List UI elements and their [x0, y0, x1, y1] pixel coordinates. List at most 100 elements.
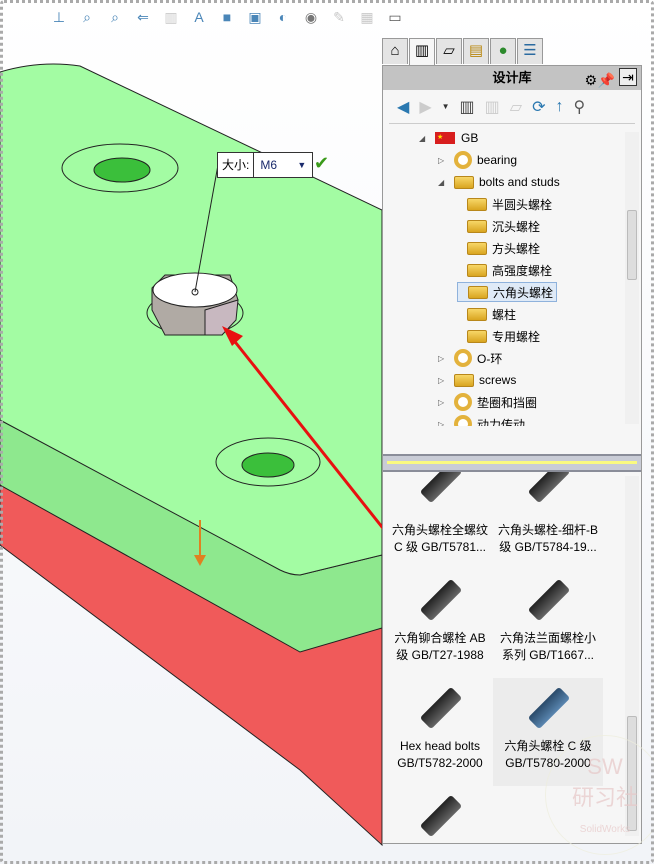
dynamic-annotation-icon[interactable]: A — [190, 8, 208, 26]
hex-bolt-head — [146, 272, 244, 336]
history-dropdown-icon[interactable]: ▼ — [442, 102, 450, 111]
zoom-area-icon[interactable]: ⌕ — [106, 8, 124, 26]
folder-icon — [468, 285, 488, 299]
part-label: C 级 GB/T5781... — [393, 540, 487, 554]
tree-item-label: 沉头螺栓 — [492, 219, 541, 234]
expanded-icon[interactable]: ◢ — [438, 178, 448, 187]
up-one-level-icon[interactable]: ↑ — [556, 98, 564, 116]
parts-grid: 六角头螺栓全螺纹 C 级 GB/T5781... 六角头螺栓-细杆-B 级 GB/T5… — [383, 472, 625, 844]
part-item[interactable]: 六角头螺栓 C 级 GB/T5780-2000 — [493, 678, 603, 786]
folder-icon — [467, 263, 487, 277]
display-style-icon[interactable]: ▣ — [246, 8, 264, 26]
tree-item[interactable]: ▷ screws — [438, 370, 516, 390]
zoom-to-fit-icon[interactable]: ⌕ — [78, 8, 96, 26]
expand-icon[interactable]: ▷ — [438, 398, 448, 407]
view-settings-icon[interactable]: ▦ — [358, 8, 376, 26]
part-item[interactable]: 六角法兰面螺栓小 系列 GB/T1667... — [493, 570, 603, 678]
refresh-icon[interactable]: ⟳ — [532, 97, 545, 117]
gear-icon[interactable]: ⚙ — [584, 68, 597, 92]
collapse-pane-icon[interactable]: ⇥ — [619, 68, 637, 86]
tree-item[interactable]: ▷ O-环 — [438, 348, 502, 368]
custom-properties-tab[interactable]: ☰ — [517, 38, 543, 64]
expand-icon[interactable]: ▷ — [438, 420, 448, 427]
tree-item[interactable]: 高强度螺栓 — [457, 260, 552, 280]
part-item[interactable]: 六角头螺栓全螺纹 C 级 GB/T5781... — [385, 472, 495, 570]
heads-up-view-toolbar: ⊥ ⌕ ⌕ ⇐ ▥ A ■ ▣ ◐ ◉ ✎ ▦ ▭ — [50, 6, 404, 28]
create-new-folder-icon[interactable]: ▥ — [485, 97, 500, 117]
part-label: 级 GB/T27-1988 — [396, 648, 484, 662]
part-item[interactable]: 六角头螺栓-细杆-B 级 GB/T5784-19... — [493, 472, 603, 570]
panel-title: 设计库 — [492, 70, 532, 85]
bolt-thumbnail-icon — [419, 794, 463, 838]
bolt-thumbnail-icon — [419, 578, 463, 622]
part-label: 六角头螺栓全螺纹 — [391, 523, 488, 537]
design-library-tab[interactable]: ▥ — [409, 38, 435, 66]
section-view-icon[interactable]: ▥ — [162, 8, 180, 26]
task-pane: ⌂ ▥ ▱ ▤ ● ☰ 设计库 ⚙ 📌 ⇥ ◀ ▶ ▼ ▥ ▥ ▱ ⟳ ↑ ⚲ … — [382, 38, 642, 844]
tree-item[interactable]: 专用螺栓 — [457, 326, 540, 346]
part-label: 级 GB/T5784-19... — [499, 540, 597, 554]
library-nav-toolbar: ◀ ▶ ▼ ▥ ▥ ▱ ⟳ ↑ ⚲ — [389, 90, 635, 124]
apply-scene-icon[interactable]: ✎ — [330, 8, 348, 26]
folder-icon — [454, 373, 474, 387]
tree-item[interactable]: 螺柱 — [457, 304, 516, 324]
tree-item-label: 六角头螺栓 — [493, 285, 554, 300]
tree-item[interactable]: ▷ 动力传动 — [438, 414, 525, 426]
previous-view-icon[interactable]: ⇐ — [134, 8, 152, 26]
view-orientation-icon[interactable]: ■ — [218, 8, 236, 26]
tree-item[interactable]: 半圆头螺栓 — [457, 194, 552, 214]
tree-item[interactable]: ▷ 垫圈和挡圈 — [438, 392, 537, 412]
washer-icon — [454, 393, 472, 411]
expand-icon[interactable]: ▷ — [438, 156, 448, 165]
pin-icon[interactable]: 📌 — [598, 68, 615, 92]
add-file-location-icon[interactable]: ▥ — [460, 97, 475, 117]
tree-item[interactable]: ◢ bolts and studs — [438, 172, 560, 192]
forward-icon[interactable]: ▶ — [419, 97, 431, 117]
part-label: 六角铆合螺栓 AB — [394, 631, 486, 645]
tree-item[interactable]: 方头螺栓 — [457, 238, 540, 258]
file-explorer-tab[interactable]: ▱ — [436, 38, 462, 64]
view-palette-tab[interactable]: ▤ — [463, 38, 489, 64]
confirm-check-icon[interactable]: ✔ — [314, 153, 329, 174]
size-label: 大小: — [218, 153, 255, 177]
home-tab[interactable]: ⌂ — [382, 38, 408, 64]
tree-item-label: 专用螺栓 — [492, 329, 541, 344]
panel-title-bar: 设计库 ⚙ 📌 ⇥ — [383, 66, 641, 90]
part-label: 六角法兰面螺栓小 — [499, 631, 596, 645]
add-to-library-icon[interactable]: ▱ — [510, 97, 522, 117]
folder-icon — [467, 197, 487, 211]
expand-icon[interactable]: ▷ — [438, 376, 448, 385]
part-label: GB/T5780-2000 — [505, 756, 591, 770]
pane-splitter[interactable] — [383, 454, 641, 472]
part-item[interactable]: Hex head bolts GB/T5782-2000 — [385, 678, 495, 786]
toolbox-icon[interactable]: ⚲ — [574, 97, 586, 117]
size-value: M6 — [260, 158, 278, 172]
tree-item-label: GB — [461, 131, 479, 145]
tree-item[interactable]: ▷ bearing — [438, 150, 517, 170]
bolt-thumbnail-icon — [419, 686, 463, 730]
edit-appearance-icon[interactable]: ◉ — [302, 8, 320, 26]
ring-icon — [454, 349, 472, 367]
tree-scrollbar[interactable] — [625, 132, 639, 424]
part-item[interactable]: 六角铆合螺栓 AB 级 GB/T27-1988 — [385, 570, 495, 678]
expanded-icon[interactable]: ◢ — [419, 134, 429, 143]
tree-item-label: 螺柱 — [492, 307, 517, 322]
back-icon[interactable]: ◀ — [397, 97, 409, 117]
size-dropdown[interactable]: M6 ▼ — [254, 153, 312, 177]
expand-icon[interactable]: ▷ — [438, 354, 448, 363]
monitor-icon[interactable]: ▭ — [386, 8, 404, 26]
folder-icon — [454, 175, 474, 189]
tree-item-label: screws — [479, 373, 517, 387]
part-item[interactable]: 六角头螺栓全螺纹GB/T5783-2000 — [385, 786, 495, 844]
appearances-tab[interactable]: ● — [490, 38, 516, 64]
tree-item-label: O-环 — [477, 351, 503, 366]
part-label: 系列 GB/T1667... — [501, 648, 595, 662]
tree-item[interactable]: 沉头螺栓 — [457, 216, 540, 236]
parts-scrollbar[interactable] — [625, 476, 639, 836]
normal-to-icon[interactable]: ⊥ — [50, 8, 68, 26]
tree-item[interactable]: ◢ ★ GB — [419, 128, 478, 148]
folder-icon — [467, 307, 487, 321]
gear-icon — [454, 415, 472, 426]
hide-show-icon[interactable]: ◐ — [274, 8, 292, 26]
tree-item[interactable]: 六角头螺栓 — [457, 282, 558, 302]
